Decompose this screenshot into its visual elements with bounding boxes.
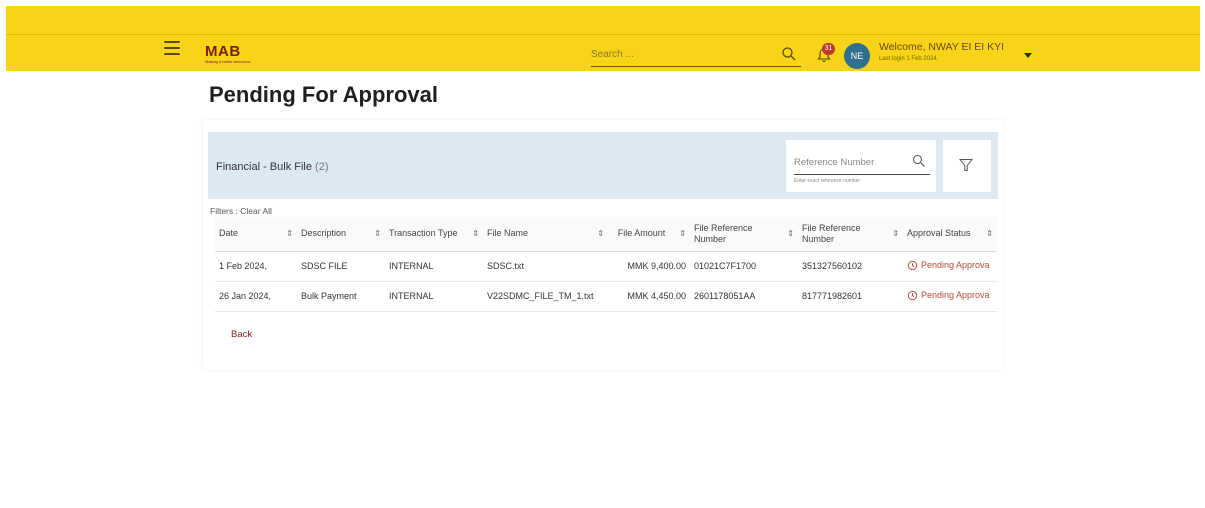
cell-description: Bulk Payment — [297, 281, 385, 312]
sort-icon[interactable]: ⇕ — [374, 229, 381, 238]
back-link[interactable]: Back — [231, 329, 252, 340]
cell-description: SDSC FILE — [297, 251, 385, 282]
approval-status-text: Pending Approva — [921, 290, 990, 300]
cell-approval-status: Pending Approva — [903, 251, 997, 282]
avatar[interactable]: NE — [844, 43, 870, 69]
reference-search-box: Enter exact reference number — [786, 140, 936, 192]
table-header-row: Date ⇕ Description ⇕ Transaction Type ⇕ Fil… — [215, 217, 997, 252]
cell-file-reference-number-2: 817771982601 — [798, 281, 903, 312]
page-title: Pending For Approval — [209, 82, 438, 107]
cell-date: 26 Jan 2024, — [215, 281, 297, 312]
sort-icon[interactable]: ⇕ — [892, 229, 899, 238]
approval-status-link[interactable]: Pending Approva — [907, 260, 990, 271]
sort-icon[interactable]: ⇕ — [787, 229, 794, 238]
column-header-date[interactable]: Date ⇕ — [215, 217, 297, 252]
notification-badge: 31 — [822, 43, 835, 55]
notifications-button[interactable]: 31 — [816, 43, 838, 65]
cell-approval-status: Pending Approva — [903, 281, 997, 312]
cell-file-name: V22SDMC_FILE_TM_1.txt — [483, 281, 608, 312]
sort-icon[interactable]: ⇕ — [597, 229, 604, 238]
filters-label: Filters : — [210, 206, 238, 216]
filter-button[interactable] — [943, 140, 991, 192]
search-icon[interactable] — [781, 46, 797, 62]
column-label: File Reference Number — [694, 222, 753, 244]
panel-title-text: Financial - Bulk File — [216, 161, 312, 173]
column-header-approval-status[interactable]: Approval Status ⇕ — [903, 217, 997, 252]
last-login-text: Last login 1 Feb 2024, — [879, 56, 939, 62]
cell-date: 1 Feb 2024, — [215, 251, 297, 282]
column-header-file-amount[interactable]: File Amount ⇕ — [608, 217, 690, 252]
history-clock-icon — [907, 290, 918, 300]
filters-line: Filters : Clear All — [210, 206, 272, 216]
global-search — [591, 43, 801, 67]
cell-file-amount: MMK 4,450.00 — [608, 281, 690, 312]
panel-title: Financial - Bulk File (2) — [216, 161, 329, 173]
sort-icon[interactable]: ⇕ — [286, 229, 293, 238]
cell-file-reference-number: 2601178051AA — [690, 281, 798, 312]
table-row[interactable]: 1 Feb 2024, SDSC FILE INTERNAL SDSC.txt … — [215, 251, 997, 282]
reference-hint: Enter exact reference number — [794, 178, 861, 184]
reference-number-input[interactable] — [794, 152, 904, 172]
user-dropdown-caret-icon[interactable] — [1024, 53, 1032, 58]
column-header-transaction-type[interactable]: Transaction Type ⇕ — [385, 217, 483, 252]
column-label: Transaction Type — [389, 228, 458, 239]
column-label: File Amount — [617, 228, 666, 239]
sort-icon[interactable]: ⇕ — [679, 229, 686, 238]
history-clock-icon — [907, 260, 918, 270]
column-header-description[interactable]: Description ⇕ — [297, 217, 385, 252]
panel-title-count: (2) — [315, 161, 329, 173]
column-label: File Reference Number — [802, 222, 861, 244]
clear-all-link[interactable]: Clear All — [240, 206, 272, 216]
top-bar: MAB Making a better tomorrow 31 NE Welco… — [6, 6, 1200, 71]
column-header-file-name[interactable]: File Name ⇕ — [483, 217, 608, 252]
pending-approval-panel: Financial - Bulk File (2) Enter exact re… — [203, 120, 1003, 370]
column-header-file-reference-number[interactable]: File Reference Number ⇕ — [690, 217, 798, 252]
brand-name: MAB — [205, 43, 241, 60]
approval-status-text: Pending Approva — [921, 260, 990, 270]
user-welcome[interactable]: Welcome, NWAY EI EI KYI Last login 1 Feb… — [879, 40, 1004, 64]
reference-input-underline — [794, 174, 930, 175]
funnel-icon — [959, 159, 973, 171]
approvals-table: Date ⇕ Description ⇕ Transaction Type ⇕ Fil… — [215, 217, 997, 312]
sort-icon[interactable]: ⇕ — [986, 229, 993, 238]
search-input[interactable] — [591, 43, 771, 65]
cell-transaction-type: INTERNAL — [385, 251, 483, 282]
hamburger-menu-icon[interactable] — [164, 41, 180, 55]
welcome-text: Welcome, NWAY EI EI KYI — [879, 41, 1005, 53]
cell-file-amount: MMK 9,400.00 — [608, 251, 690, 282]
sort-icon[interactable]: ⇕ — [472, 229, 479, 238]
panel-header: Financial - Bulk File (2) Enter exact re… — [208, 132, 998, 199]
cell-file-name: SDSC.txt — [483, 251, 608, 282]
column-label: Approval Status — [907, 228, 971, 239]
brand-tagline: Making a better tomorrow — [205, 59, 251, 64]
approval-status-link[interactable]: Pending Approva — [907, 290, 990, 301]
column-label: Date — [219, 228, 239, 239]
logo[interactable]: MAB Making a better tomorrow — [205, 44, 250, 65]
top-bar-divider — [6, 34, 1200, 35]
cell-file-reference-number-2: 351327560102 — [798, 251, 903, 282]
column-header-file-reference-number-2[interactable]: File Reference Number ⇕ — [798, 217, 903, 252]
search-icon[interactable] — [912, 154, 926, 168]
column-label: Description — [301, 228, 347, 239]
column-label: File Name — [487, 228, 529, 239]
cell-transaction-type: INTERNAL — [385, 281, 483, 312]
table-row[interactable]: 26 Jan 2024, Bulk Payment INTERNAL V22SD… — [215, 281, 997, 312]
cell-file-reference-number: 01021C7F1700 — [690, 251, 798, 282]
